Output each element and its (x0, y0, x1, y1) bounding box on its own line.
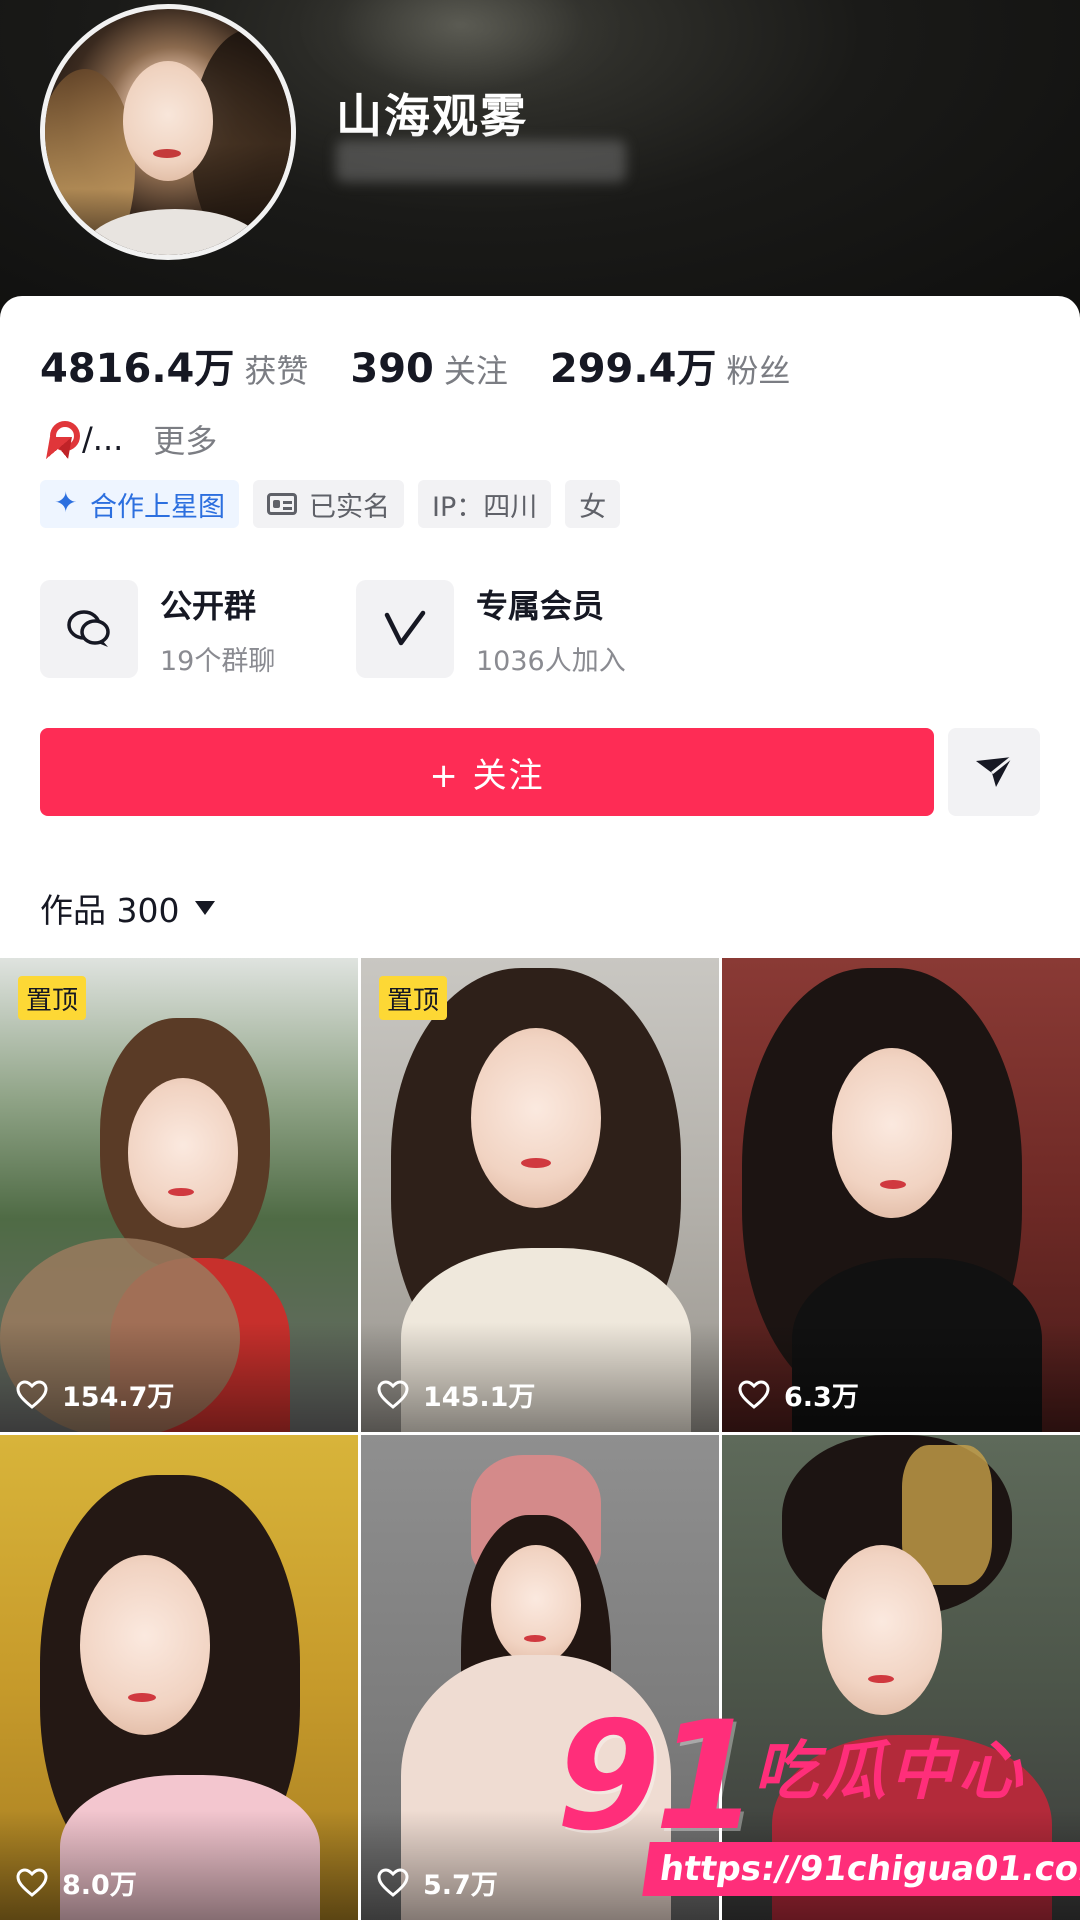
watermark-number: 91 (556, 1690, 759, 1864)
like-count: 154.7万 (16, 1375, 174, 1414)
like-count-text: 154.7万 (62, 1382, 175, 1413)
id-card-icon (267, 493, 297, 515)
blurred-account-id (336, 140, 626, 182)
like-count-text: 6.3万 (784, 1382, 859, 1413)
heart-icon (16, 1867, 48, 1897)
like-count-text: 8.0万 (62, 1870, 137, 1901)
tag-label: 已实名 (309, 491, 390, 523)
watermark: 91 吃瓜中心 https://91chigua01.com (556, 1690, 1080, 1920)
tag-star-map[interactable]: 合作上星图 (40, 480, 239, 528)
bio-text: /... (82, 420, 124, 458)
feature-title: 公开群 (160, 586, 257, 625)
like-count: 145.1万 (377, 1375, 535, 1414)
pinned-badge: 置顶 (18, 976, 87, 1020)
username: 山海观雾 (336, 89, 528, 143)
heart-icon (377, 1867, 409, 1897)
profile-card: 4816.4万 获赞 390 关注 299.4万 粉丝 /... 更多 合作上星… (0, 296, 1080, 996)
video-thumbnail[interactable]: 置顶 154.7万 (0, 958, 358, 1432)
feature-title: 专属会员 (476, 586, 605, 625)
like-count-text: 145.1万 (423, 1382, 536, 1413)
avatar-lips (153, 149, 181, 158)
tag-gender: 女 (565, 480, 621, 528)
likes-label: 获赞 (244, 352, 309, 390)
works-label: 作品 300 (40, 891, 180, 930)
feature-subtitle: 19个群聊 (160, 645, 276, 677)
heart-icon (377, 1379, 409, 1409)
tag-ip-location: IP：四川 (418, 480, 552, 528)
likes-count: 4816.4万 (40, 346, 235, 392)
avatar[interactable] (40, 4, 296, 260)
watermark-url: https://91chigua01.com (642, 1842, 1080, 1896)
caret-down-icon (195, 901, 216, 915)
video-thumbnail[interactable]: 置顶 145.1万 (361, 958, 719, 1432)
heart-icon (16, 1379, 48, 1409)
following-label[interactable]: 关注 (444, 346, 508, 392)
bio-more-link[interactable]: 更多 (153, 416, 217, 462)
video-thumbnail[interactable]: 8.0万 (0, 1435, 358, 1920)
feature-subtitle: 1036人加入 (476, 645, 626, 677)
works-tab[interactable]: 作品 300 (40, 884, 216, 932)
video-thumbnail[interactable]: 6.3万 (722, 958, 1080, 1432)
member-v-icon (356, 580, 454, 678)
star-map-icon (54, 486, 80, 519)
follow-button[interactable]: + 关注 (40, 728, 934, 816)
followers-label[interactable]: 粉丝 (726, 346, 790, 392)
bio: /... 更多 (44, 416, 217, 462)
like-count: 8.0万 (16, 1863, 137, 1902)
tag-label: 女 (579, 491, 607, 523)
public-group-entry[interactable]: 公开群 19个群聊 (40, 580, 275, 678)
followers-count[interactable]: 299.4万 (550, 336, 717, 394)
like-count: 5.7万 (377, 1863, 498, 1902)
send-icon (976, 755, 1013, 787)
watermark-name: 吃瓜中心 (754, 1735, 1026, 1809)
stats-row: 4816.4万 获赞 390 关注 299.4万 粉丝 (40, 336, 790, 394)
pinned-badge: 置顶 (379, 976, 448, 1020)
tag-row: 合作上星图 已实名 IP：四川 女 (40, 480, 621, 528)
following-count[interactable]: 390 (350, 346, 434, 392)
heart-icon (738, 1379, 770, 1409)
tag-label: 合作上星图 (90, 491, 225, 523)
like-count-text: 5.7万 (423, 1870, 498, 1901)
share-button[interactable] (948, 728, 1040, 816)
tag-verified[interactable]: 已实名 (253, 480, 404, 528)
profile-header: 山海观雾 (0, 0, 1080, 320)
group-chat-icon (40, 580, 138, 678)
avatar-face (123, 61, 213, 181)
tag-label: IP：四川 (432, 491, 538, 523)
red-ribbon-icon (44, 419, 80, 459)
like-count: 6.3万 (738, 1375, 859, 1414)
exclusive-member-entry[interactable]: 专属会员 1036人加入 (356, 580, 626, 678)
